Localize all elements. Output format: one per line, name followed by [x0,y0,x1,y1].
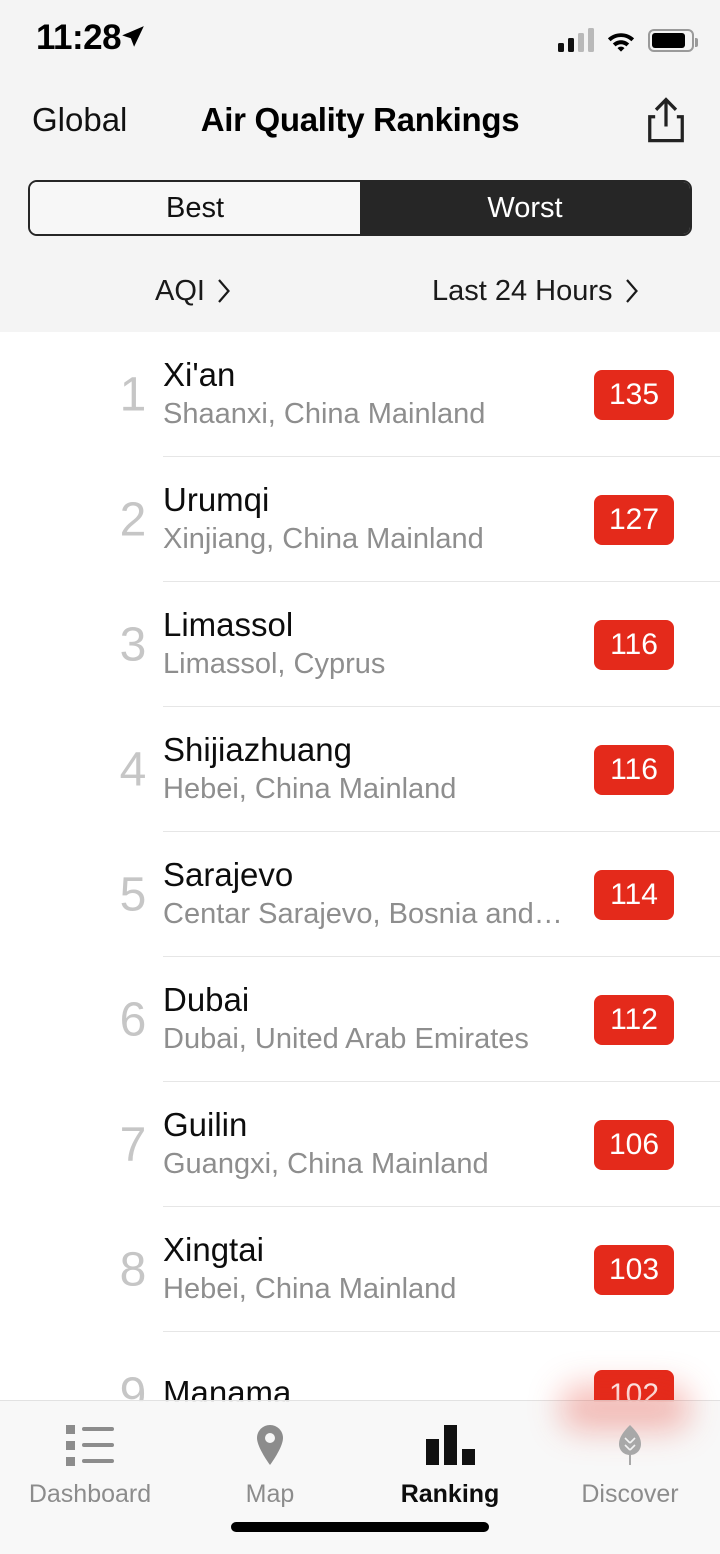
region-name: Shaanxi, China Mainland [163,398,486,431]
tab-map-label: Map [245,1480,295,1508]
rank-number: 3 [119,618,147,671]
bottom-tab-bar[interactable]: Dashboard Map Ranking Discover [0,1385,720,1554]
table-row[interactable]: 6 Dubai Dubai, United Arab Emirates 112 [0,957,720,1082]
tab-discover[interactable]: Discover [540,1401,720,1554]
table-row[interactable]: 1 Xi'an Shaanxi, China Mainland 135 [0,332,720,457]
best-worst-segmented-control[interactable]: Best Worst [28,180,692,236]
city-name: Manama [163,1373,292,1402]
app-screen: 11:28 Global Air Quality Rankings Best W… [0,0,720,1554]
location-info: Sarajevo Centar Sarajevo, Bosnia and He… [163,856,563,934]
aqi-badge: 116 [594,744,674,795]
filter-aqi-label: AQI [155,274,205,307]
status-indicators [558,22,698,52]
tab-discover-label: Discover [581,1480,679,1508]
filter-aqi[interactable]: AQI [155,266,231,316]
location-info: Xingtai Hebei, China Mainland [163,1231,563,1309]
aqi-badge: 102 [594,1369,674,1402]
rank-number: 5 [119,868,147,921]
filter-time-range[interactable]: Last 24 Hours [432,266,639,316]
table-row[interactable]: 2 Urumqi Xinjiang, China Mainland 127 [0,457,720,582]
aqi-badge: 106 [594,1119,674,1170]
rank-number: 2 [119,493,147,546]
tab-dashboard-label: Dashboard [28,1480,152,1508]
table-row[interactable]: 5 Sarajevo Centar Sarajevo, Bosnia and H… [0,832,720,957]
tab-ranking-label: Ranking [400,1480,500,1508]
chevron-right-icon [625,279,638,303]
wifi-icon [607,33,635,52]
rank-number: 8 [119,1243,147,1296]
ranking-list[interactable]: 1 Xi'an Shaanxi, China Mainland 135 2 Ur… [0,332,720,1402]
table-row[interactable]: 7 Guilin Guangxi, China Mainland 106 [0,1082,720,1207]
share-icon[interactable] [640,94,692,146]
city-name: Xi'an [163,355,236,393]
region-name: Centar Sarajevo, Bosnia and He… [163,898,563,931]
city-name: Xingtai [163,1230,264,1268]
table-row[interactable]: 3 Limassol Limassol, Cyprus 116 [0,582,720,707]
city-name: Shijiazhuang [163,730,352,768]
rank-number: 6 [119,993,147,1046]
aqi-badge: 103 [594,1244,674,1295]
leaf-icon [615,1423,645,1467]
table-row[interactable]: 9 Manama 102 [0,1332,720,1402]
aqi-badge: 127 [594,494,674,545]
bar-chart-icon [425,1423,475,1467]
rank-number: 7 [119,1118,147,1171]
city-name: Guilin [163,1105,248,1143]
region-name: Hebei, China Mainland [163,1273,457,1306]
table-row[interactable]: 8 Xingtai Hebei, China Mainland 103 [0,1207,720,1332]
rank-number: 1 [119,368,147,421]
region-name: Guangxi, China Mainland [163,1148,489,1181]
location-info: Limassol Limassol, Cyprus [163,606,563,684]
tab-dashboard[interactable]: Dashboard [0,1401,180,1554]
chevron-right-icon [218,279,230,303]
page-title: Air Quality Rankings [200,101,520,138]
city-name: Limassol [163,605,294,643]
region-name: Dubai, United Arab Emirates [163,1023,529,1056]
city-name: Dubai [163,980,250,1018]
aqi-badge: 116 [594,619,674,670]
aqi-badge: 112 [594,994,674,1045]
status-bar: 11:28 [0,0,720,72]
region-name: Limassol, Cyprus [163,648,386,681]
region-name: Xinjiang, China Mainland [163,523,484,556]
rank-number: 9 [119,1368,147,1402]
filter-row: AQI Last 24 Hours [0,266,720,316]
location-arrow-icon [122,26,144,47]
city-name: Sarajevo [163,855,294,893]
filter-time-range-label: Last 24 Hours [432,274,613,307]
segment-best[interactable]: Best [30,182,360,234]
location-info: Guilin Guangxi, China Mainland [163,1106,563,1184]
nav-bar: Global Air Quality Rankings [0,72,720,168]
map-pin-icon [255,1423,285,1467]
list-icon [66,1423,114,1467]
location-info: Manama [163,1374,563,1402]
location-info: Urumqi Xinjiang, China Mainland [163,481,563,559]
aqi-badge: 114 [594,869,674,920]
home-indicator[interactable] [231,1522,489,1532]
cellular-signal-icon [558,28,594,52]
aqi-badge: 135 [594,369,674,420]
segment-worst[interactable]: Worst [360,182,690,234]
location-info: Xi'an Shaanxi, China Mainland [163,356,563,434]
header-region: 11:28 Global Air Quality Rankings Best W… [0,0,720,332]
location-info: Shijiazhuang Hebei, China Mainland [163,731,563,809]
battery-icon [648,29,698,52]
region-name: Hebei, China Mainland [163,773,457,806]
location-info: Dubai Dubai, United Arab Emirates [163,981,563,1059]
status-time: 11:28 [36,18,122,57]
city-name: Urumqi [163,480,270,518]
rank-number: 4 [119,743,147,796]
table-row[interactable]: 4 Shijiazhuang Hebei, China Mainland 116 [0,707,720,832]
